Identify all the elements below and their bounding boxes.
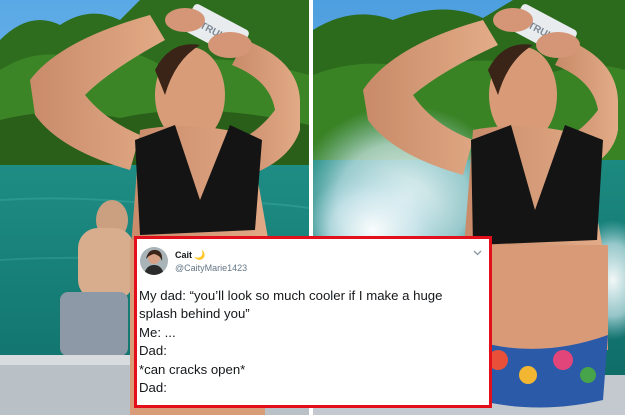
chevron-down-icon[interactable] (473, 248, 482, 258)
tweet-line: Dad: (139, 343, 167, 359)
display-name-text: Cait (175, 250, 193, 260)
tweet-card: Cait 🌙 @CaityMarie1423 My dad: “you’ll lo… (134, 236, 492, 408)
tweet-text: My dad: “you’ll look so much cooler if I… (139, 287, 479, 397)
user-handle[interactable]: @CaityMarie1423 (175, 263, 247, 273)
display-name[interactable]: Cait 🌙 (175, 250, 205, 261)
crescent-moon-icon: 🌙 (194, 250, 206, 260)
tweet-line: Me: ... (139, 324, 176, 340)
avatar[interactable] (140, 247, 168, 275)
tweet-line: *can cracks open* (139, 361, 246, 377)
tweet-line: splash behind you” (139, 306, 250, 322)
tweet-line: My dad: “you’ll look so much cooler if I… (139, 288, 443, 303)
tweet-line: Dad: (139, 380, 167, 396)
